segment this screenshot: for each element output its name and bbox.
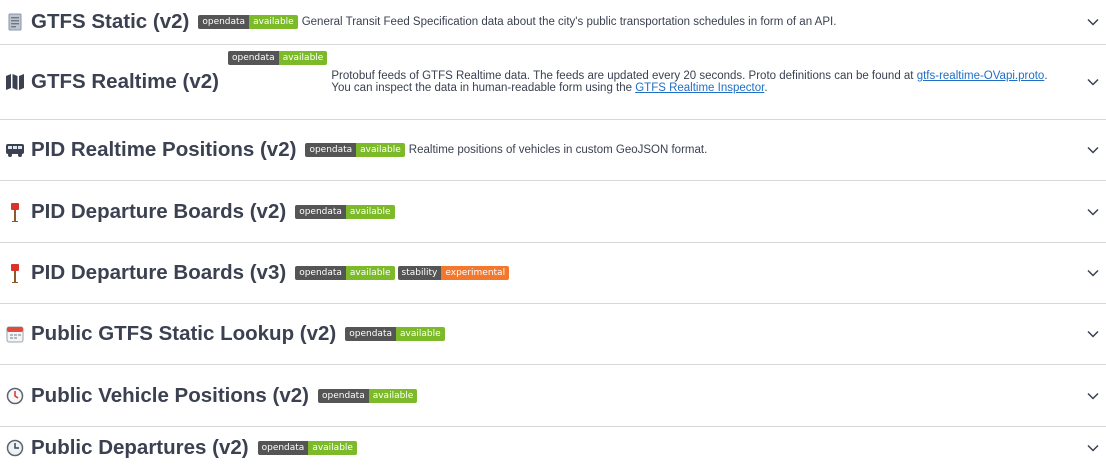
badge-key: stability	[397, 266, 442, 280]
badge-key: opendata	[345, 327, 396, 341]
chevron-down-icon[interactable]	[1086, 15, 1100, 29]
badge-group: opendata available	[227, 51, 328, 65]
bus-stop-icon	[5, 202, 25, 222]
row-description: Protobuf feeds of GTFS Realtime data. Th…	[331, 70, 1052, 94]
badge-value: available	[345, 266, 395, 280]
row-title: GTFS Static (v2)	[31, 10, 190, 33]
badge-key: opendata	[295, 204, 346, 219]
opendata-badge: opendata available	[345, 327, 445, 341]
opendata-badge: opendata available	[198, 15, 298, 29]
api-row-public-gtfs-static-lookup[interactable]: Public GTFS Static Lookup (v2) opendata …	[0, 304, 1106, 365]
badge-key: opendata	[295, 266, 346, 280]
badge-value: available	[249, 15, 298, 29]
bus-icon	[5, 140, 25, 160]
opendata-badge: opendata available	[317, 388, 418, 403]
badge-value: available	[395, 327, 445, 341]
clock-icon	[5, 438, 25, 458]
badge-group: opendata available	[345, 327, 445, 341]
badge-key: opendata	[317, 388, 369, 403]
bus-stop-icon	[5, 263, 25, 283]
opendata-badge: opendata available	[227, 51, 328, 65]
opendata-badge: opendata available	[257, 440, 357, 455]
row-description: General Transit Feed Specification data …	[301, 16, 837, 28]
api-row-pid-realtime-positions[interactable]: PID Realtime Positions (v2) opendata ava…	[0, 120, 1106, 181]
api-row-gtfs-realtime[interactable]: GTFS Realtime (v2) opendata available Pr…	[0, 45, 1106, 120]
gtfs-realtime-proto-link[interactable]: gtfs-realtime-OVapi.proto	[917, 70, 1045, 82]
document-icon	[5, 12, 25, 32]
badge-group: opendata available	[295, 204, 395, 219]
description-text: .	[764, 82, 768, 94]
badge-key: opendata	[198, 15, 250, 29]
row-title: PID Departure Boards (v2)	[31, 199, 287, 223]
opendata-badge: opendata available	[305, 143, 405, 157]
badge-value: available	[368, 388, 418, 403]
badge-key: opendata	[305, 143, 357, 157]
api-row-public-departures[interactable]: Public Departures (v2) opendata availabl…	[0, 427, 1106, 468]
chevron-down-icon[interactable]	[1086, 327, 1100, 341]
row-title: PID Departure Boards (v3)	[31, 261, 287, 284]
badge-group: opendata available	[317, 388, 418, 403]
opendata-badge: opendata available	[295, 266, 395, 280]
row-title: Public Departures (v2)	[31, 435, 249, 459]
api-row-pid-departure-boards-v3[interactable]: PID Departure Boards (v3) opendata avail…	[0, 243, 1106, 304]
api-row-pid-departure-boards-v2[interactable]: PID Departure Boards (v2) opendata avail…	[0, 181, 1106, 243]
stopwatch-icon	[5, 386, 25, 406]
badge-group: opendata available	[257, 440, 357, 455]
chevron-down-icon[interactable]	[1086, 441, 1100, 455]
badge-value: available	[356, 143, 405, 157]
row-description: Realtime positions of vehicles in custom…	[408, 144, 708, 156]
chevron-down-icon[interactable]	[1086, 266, 1100, 280]
row-title: PID Realtime Positions (v2)	[31, 138, 297, 161]
row-title: Public Vehicle Positions (v2)	[31, 383, 309, 407]
opendata-badge: opendata available	[295, 204, 395, 219]
gtfs-realtime-inspector-link[interactable]: GTFS Realtime Inspector	[635, 82, 764, 94]
chevron-down-icon[interactable]	[1086, 389, 1100, 403]
badge-value: available	[345, 204, 395, 219]
chevron-down-icon[interactable]	[1086, 205, 1100, 219]
chevron-down-icon[interactable]	[1086, 75, 1100, 89]
map-icon	[5, 72, 25, 92]
badge-key: opendata	[227, 51, 279, 65]
badge-value: available	[308, 440, 357, 455]
badge-value: experimental	[441, 266, 510, 280]
stability-badge: stability experimental	[397, 266, 510, 280]
badge-group: opendata available stability experimenta…	[295, 266, 510, 280]
badge-value: available	[278, 51, 328, 65]
badge-group: opendata available	[198, 15, 298, 29]
row-title: GTFS Realtime (v2)	[31, 70, 219, 93]
api-section-list: GTFS Static (v2) opendata available Gene…	[0, 0, 1106, 468]
calendar-icon	[5, 324, 25, 344]
row-title: Public GTFS Static Lookup (v2)	[31, 322, 337, 345]
api-row-gtfs-static[interactable]: GTFS Static (v2) opendata available Gene…	[0, 0, 1106, 45]
badge-key: opendata	[257, 440, 309, 455]
description-text: Protobuf feeds of GTFS Realtime data. Th…	[331, 70, 917, 82]
chevron-down-icon[interactable]	[1086, 143, 1100, 157]
api-row-public-vehicle-positions[interactable]: Public Vehicle Positions (v2) opendata a…	[0, 365, 1106, 427]
badge-group: opendata available	[305, 143, 405, 157]
